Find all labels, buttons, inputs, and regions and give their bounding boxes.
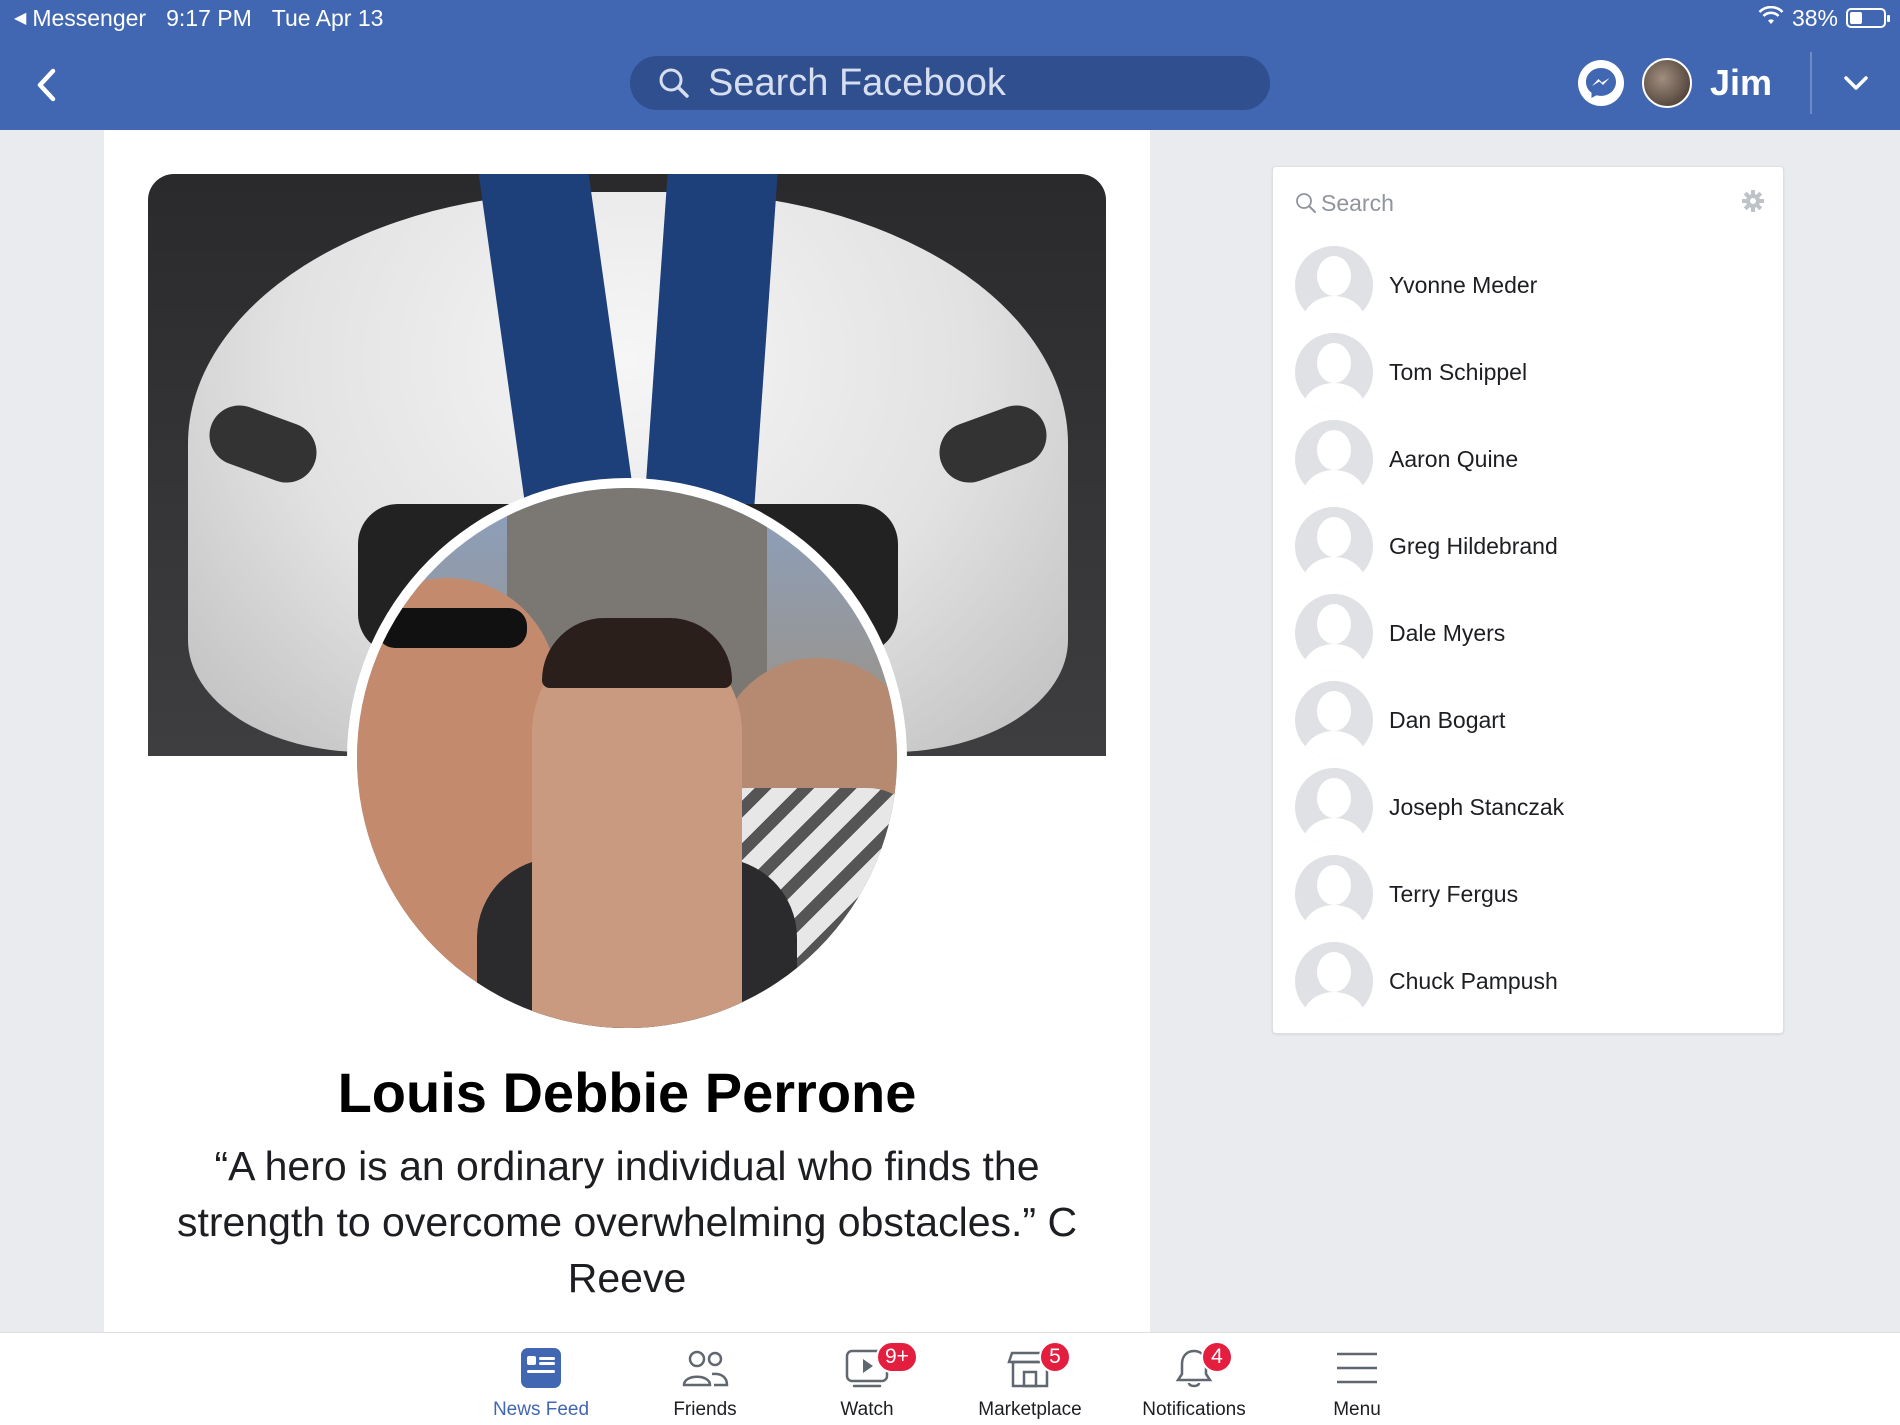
chevron-down-icon [1844,76,1868,90]
tab-label: Menu [1333,1399,1381,1420]
status-date: Tue Apr 13 [271,4,384,31]
contact-item[interactable]: Chuck Pampush [1295,941,1765,1021]
tab-label: Friends [673,1399,737,1420]
messenger-button[interactable] [1577,60,1624,106]
search-icon [659,68,689,98]
contact-item[interactable]: Aaron Quine [1295,419,1765,499]
profile-picture-image [357,488,897,1028]
battery-icon [1846,8,1890,28]
back-button[interactable] [28,62,64,108]
contact-name: Tom Schippel [1389,358,1528,385]
contact-avatar [1295,768,1373,846]
tab-notifications[interactable]: 4 Notifications [1119,1341,1269,1421]
contact-name: Joseph Stanczak [1389,793,1565,820]
photo-person-center [532,628,742,1028]
contact-item[interactable]: Terry Fergus [1295,854,1765,934]
user-avatar[interactable] [1641,58,1692,108]
contact-name: Yvonne Meder [1389,271,1538,298]
contact-name: Chuck Pampush [1389,967,1558,994]
back-to-app-link[interactable]: ◀ Messenger [14,5,146,32]
tab-label: Notifications [1142,1399,1246,1420]
profile-picture[interactable] [347,478,907,1038]
battery-fill [1850,12,1863,24]
contact-item[interactable]: Greg Hildebrand [1295,506,1765,586]
profile-card: Louis Debbie Perrone “A hero is an ordin… [104,130,1150,1332]
contact-avatar [1295,594,1373,672]
account-menu-button[interactable] [1812,75,1900,91]
search-icon [1296,193,1316,213]
contact-item[interactable]: Joseph Stanczak [1295,767,1765,847]
back-app-label: Messenger [32,4,147,31]
battery-percent: 38% [1791,4,1838,31]
contact-name: Dale Myers [1389,619,1506,646]
contact-avatar [1295,420,1373,498]
marketplace-badge: 5 [1039,1341,1071,1373]
wifi-icon [1758,5,1784,32]
profile-name: Louis Debbie Perrone [337,1061,917,1124]
top-bar: ◀ Messenger 9:17 PM Tue Apr 13 38% Jim [0,0,1900,130]
tab-news-feed[interactable]: News Feed [466,1345,616,1421]
contacts-search[interactable] [1295,183,1765,223]
chevron-left-icon [37,68,56,102]
bottom-tab-bar: News Feed Friends 9+ Watch 5 Marketplace… [0,1332,1900,1425]
status-time: 9:17 PM [166,4,252,31]
contact-item[interactable]: Tom Schippel [1295,332,1765,412]
photo-person-center-hair [542,618,732,688]
contact-avatar [1295,942,1373,1020]
contacts-panel: Yvonne Meder Tom Schippel Aaron Quine Gr… [1272,166,1784,1034]
tab-marketplace[interactable]: 5 Marketplace [955,1341,1105,1421]
contact-item[interactable]: Yvonne Meder [1295,245,1765,325]
contact-name: Greg Hildebrand [1389,532,1558,559]
notifications-badge: 4 [1201,1341,1233,1373]
search-input[interactable] [708,61,1228,105]
tab-watch[interactable]: 9+ Watch [792,1341,942,1421]
search-bar[interactable] [630,56,1270,110]
news-feed-icon [521,1348,561,1388]
gear-icon[interactable] [1741,189,1765,218]
user-name[interactable]: Jim [1710,62,1772,104]
tab-label: News Feed [492,1399,590,1420]
watch-badge: 9+ [876,1341,918,1373]
friends-icon [682,1350,729,1387]
contact-item[interactable]: Dan Bogart [1295,680,1765,760]
contact-avatar [1295,507,1373,585]
messenger-icon [1585,68,1616,98]
menu-icon [1337,1352,1377,1384]
contacts-search-input[interactable] [1321,189,1701,217]
profile-bio: “A hero is an ordinary individual who fi… [176,1143,1078,1301]
tab-menu[interactable]: Menu [1282,1345,1432,1421]
contact-name: Dan Bogart [1389,706,1506,733]
status-bar: ◀ Messenger 9:17 PM Tue Apr 13 38% [0,0,1900,36]
contact-avatar [1295,855,1373,933]
photo-sunglasses [377,608,527,648]
contact-name: Aaron Quine [1389,445,1519,472]
contact-avatar [1295,246,1373,324]
back-triangle-icon: ◀ [14,10,27,27]
contact-avatar [1295,333,1373,411]
contact-avatar [1295,681,1373,759]
tab-friends[interactable]: Friends [630,1345,780,1421]
tab-label: Watch [840,1399,894,1420]
contact-item[interactable]: Dale Myers [1295,593,1765,673]
contact-name: Terry Fergus [1389,880,1519,907]
tab-label: Marketplace [978,1399,1082,1420]
